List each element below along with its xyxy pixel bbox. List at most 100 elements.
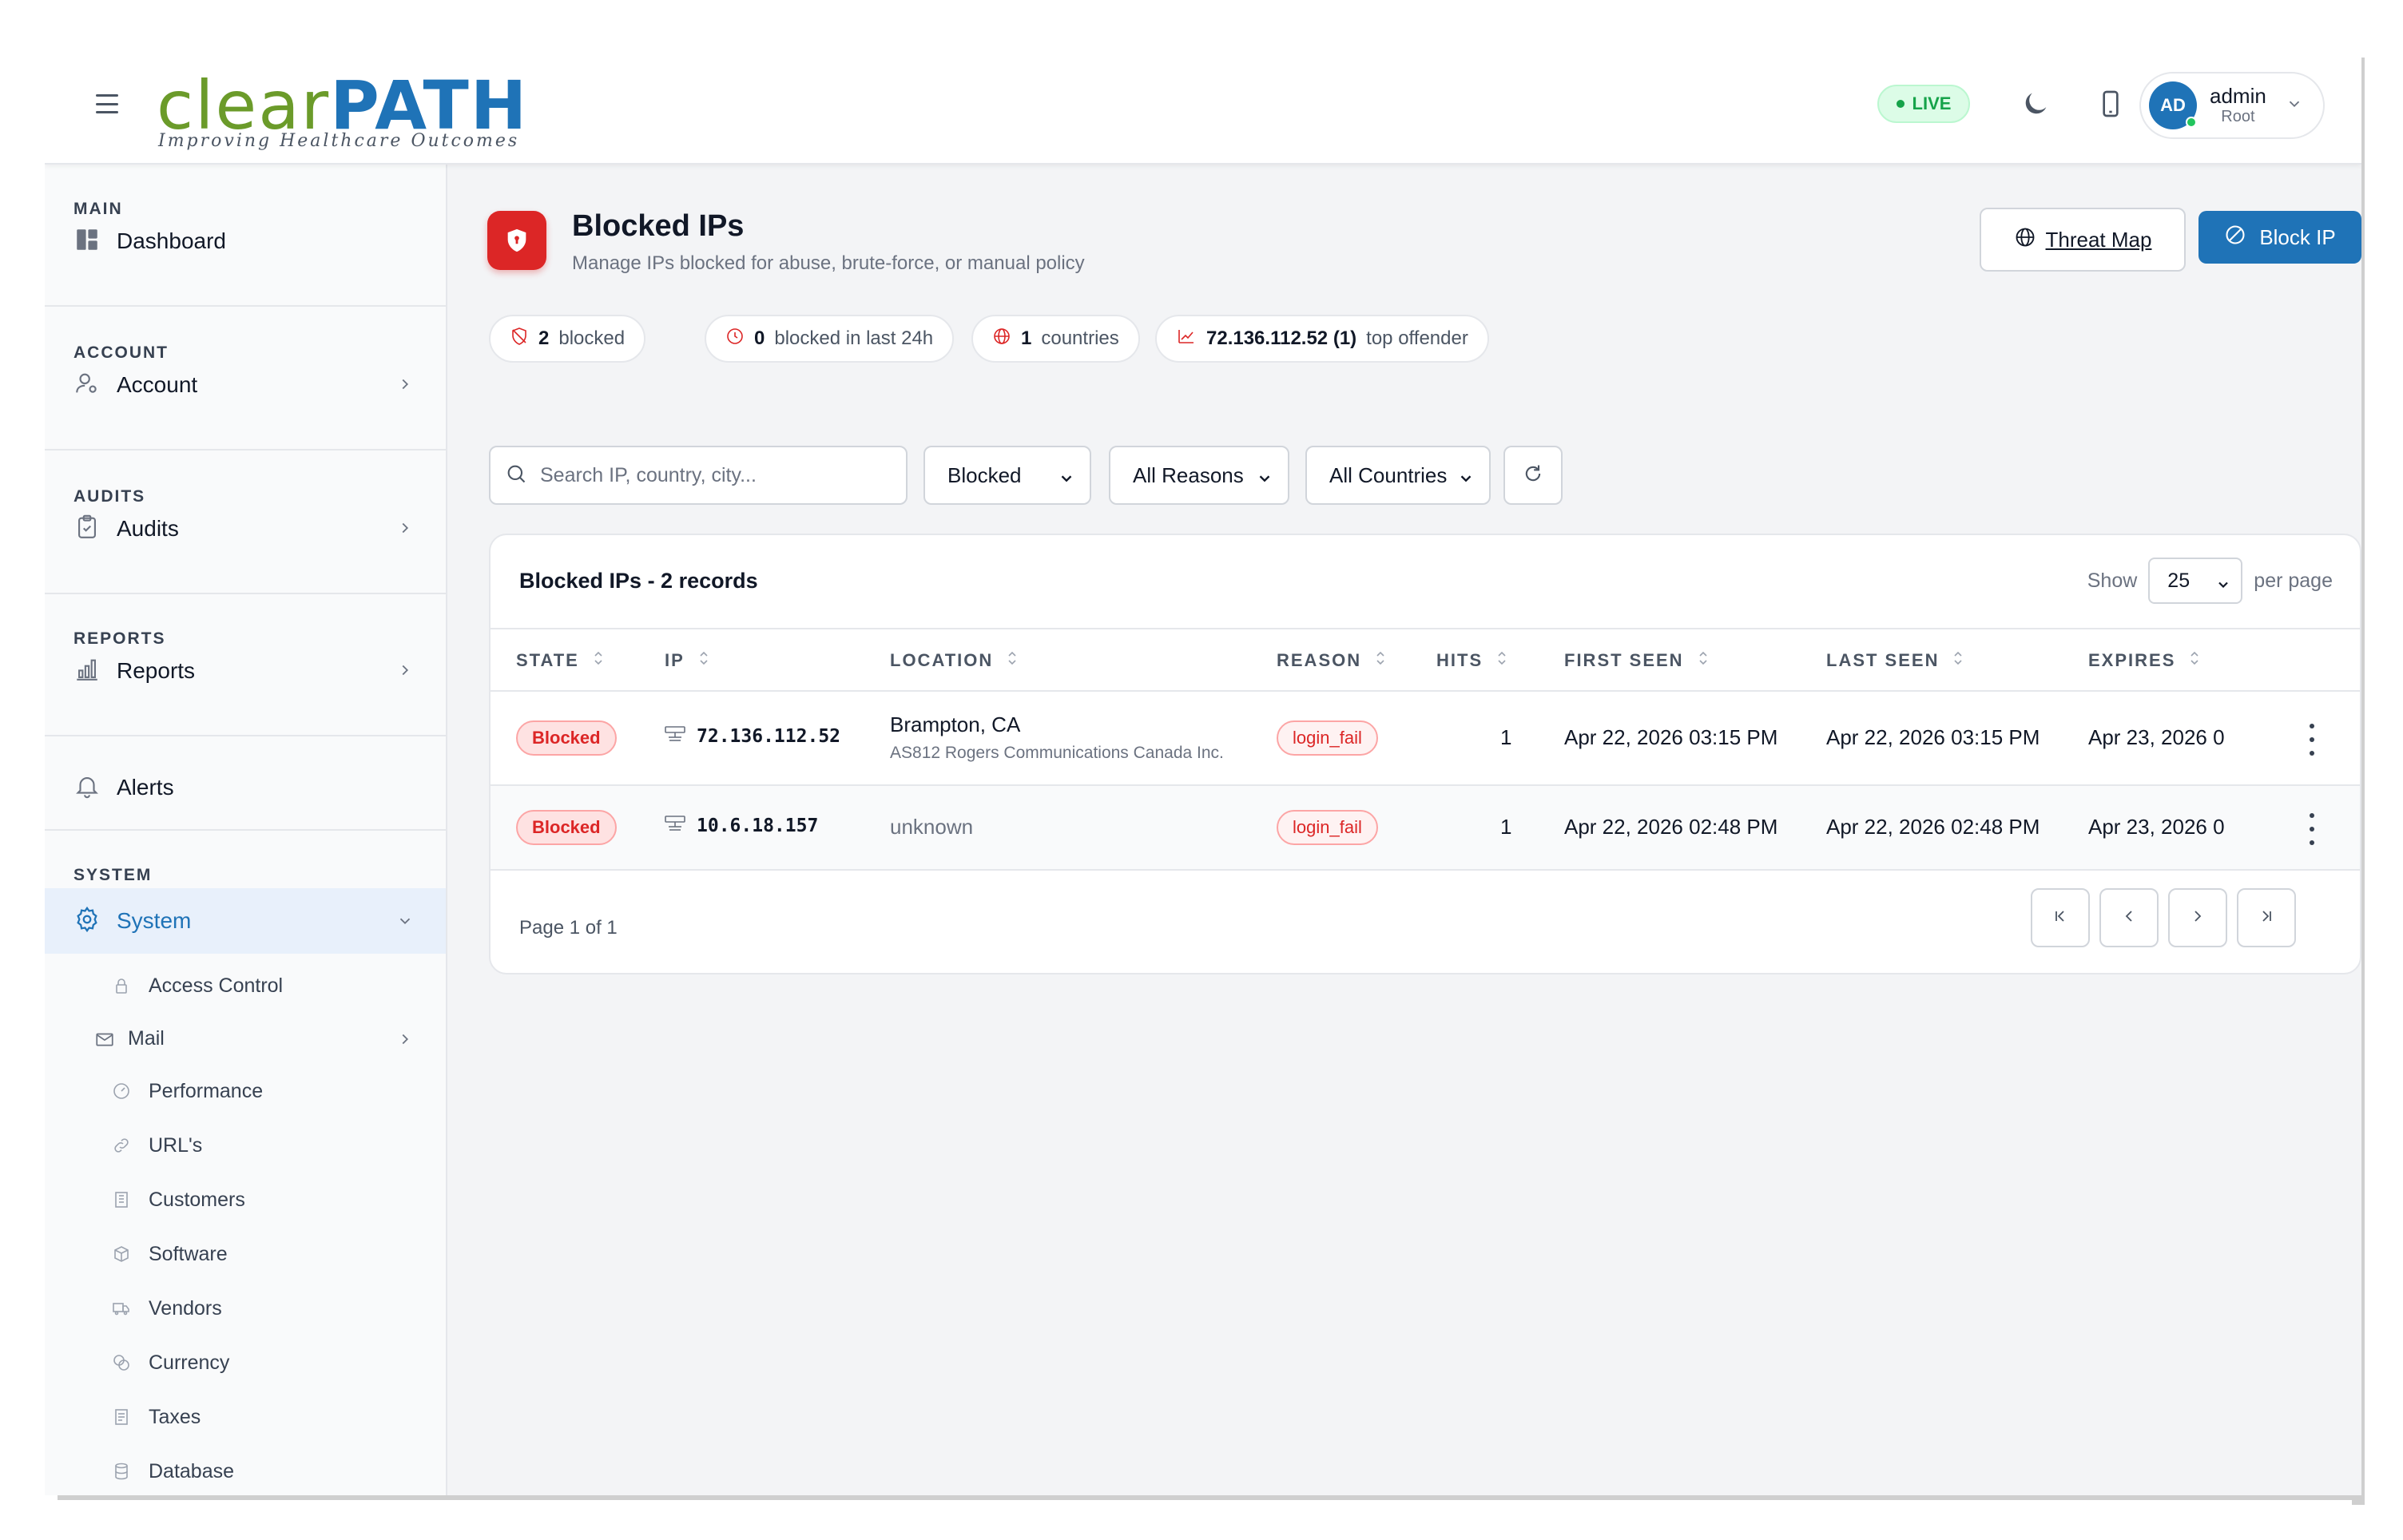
shield-off-icon — [510, 327, 529, 351]
sort-icon — [697, 650, 710, 671]
chevron-right-icon — [2188, 907, 2207, 930]
sidebar-subitem-performance[interactable]: Performance — [45, 1067, 446, 1115]
reason-filter-select[interactable]: All Reasons — [1109, 446, 1289, 505]
column-header-location[interactable]: LOCATION — [890, 650, 1019, 671]
search-input[interactable] — [540, 463, 892, 487]
stat-last24-chip: 0 blocked in last 24h — [705, 315, 955, 363]
sidebar-item-alerts[interactable]: Alerts — [45, 759, 446, 816]
stat-countries-chip: 1 countries — [971, 315, 1140, 363]
row-actions-menu-icon[interactable] — [2302, 724, 2322, 756]
live-status-badge: LIVE — [1877, 85, 1970, 123]
location-cell: unknown — [890, 815, 973, 839]
sidebar-subitem-mail[interactable]: Mail — [45, 1014, 446, 1062]
sort-icon — [1006, 650, 1019, 671]
dashboard-icon — [73, 226, 101, 257]
sidebar-item-dashboard[interactable]: Dashboard — [45, 212, 446, 270]
location-city: unknown — [890, 815, 974, 839]
reason-badge: login_fail — [1277, 720, 1378, 756]
avatar-initials: AD — [2160, 95, 2186, 115]
sidebar-subitem-label: Database — [149, 1459, 235, 1482]
state-filter-select[interactable]: Blocked — [923, 446, 1091, 505]
per-page-label: per page — [2254, 569, 2333, 592]
sidebar-item-label: Dashboard — [117, 228, 226, 253]
sidebar-subitem-software[interactable]: Software — [45, 1230, 446, 1278]
column-header-reason[interactable]: REASON — [1277, 650, 1387, 671]
column-header-hits[interactable]: HITS — [1436, 650, 1508, 671]
sort-icon — [1697, 650, 1710, 671]
stat-top-offender-value: 72.136.112.52 (1) — [1206, 327, 1357, 349]
clock-icon — [725, 327, 745, 351]
network-icon — [665, 725, 685, 748]
reason-badge: login_fail — [1277, 810, 1378, 845]
table-row[interactable]: Blocked 10.6.18.157 unknown login_fail 1… — [491, 786, 2360, 871]
state-cell: Blocked — [516, 720, 617, 756]
page-title: Blocked IPs — [572, 209, 745, 243]
column-header-first-seen[interactable]: FIRST SEEN — [1564, 650, 1710, 671]
expires-cell: Apr 23, 2026 0 — [2088, 815, 2225, 839]
sidebar-item-reports[interactable]: Reports — [45, 642, 446, 700]
sort-icon — [1495, 650, 1508, 671]
threat-map-button[interactable]: Threat Map — [1980, 208, 2186, 272]
hits-cell: 1 — [1500, 815, 1512, 839]
previous-page-button[interactable] — [2099, 888, 2159, 947]
location-cell: Brampton, CA AS812 Rogers Communications… — [890, 712, 1224, 763]
column-header-state[interactable]: STATE — [516, 650, 605, 671]
sidebar-subitem-label: Currency — [149, 1351, 230, 1374]
last-seen-cell: Apr 22, 2026 03:15 PM — [1826, 725, 2040, 749]
chevron-last-icon — [2257, 907, 2276, 930]
location-city: Brampton, CA — [890, 712, 1021, 736]
sidebar-subitem-currency[interactable]: Currency — [45, 1339, 446, 1387]
sidebar-subitem-urls[interactable]: URL's — [45, 1121, 446, 1169]
logo[interactable]: clearPATH Improving Healthcare Outcomes — [157, 65, 526, 153]
sidebar-item-system[interactable]: System — [45, 888, 446, 954]
sidebar-subitem-label: URL's — [149, 1133, 203, 1157]
table-row[interactable]: Blocked 72.136.112.52 Brampton, CA AS812… — [491, 692, 2360, 786]
truck-icon — [112, 1299, 131, 1322]
chevron-down-icon — [1256, 468, 1273, 493]
next-page-button[interactable] — [2168, 888, 2227, 947]
sort-icon — [592, 650, 605, 671]
page-subtitle: Manage IPs blocked for abuse, brute-forc… — [572, 252, 1085, 274]
first-page-button[interactable] — [2031, 888, 2090, 947]
moon-icon[interactable] — [2013, 81, 2058, 126]
chevron-right-icon — [396, 375, 414, 397]
user-role: Root — [2221, 108, 2255, 126]
sidebar-subitem-label: Customers — [149, 1188, 245, 1211]
stat-countries-label: countries — [1041, 327, 1119, 349]
sidebar-subitem-taxes[interactable]: Taxes — [45, 1393, 446, 1441]
sidebar-item-account[interactable]: Account — [45, 356, 446, 414]
column-header-ip[interactable]: IP — [665, 650, 710, 671]
chevron-down-icon — [396, 912, 414, 934]
first-seen-cell: Apr 22, 2026 02:48 PM — [1564, 815, 1778, 839]
state-cell: Blocked — [516, 810, 617, 845]
location-asn: AS812 Rogers Communications Canada Inc. — [890, 744, 1224, 762]
column-header-expires[interactable]: EXPIRES — [2088, 650, 2201, 671]
sidebar-subitem-vendors[interactable]: Vendors — [45, 1284, 446, 1332]
sidebar-item-label: Alerts — [117, 775, 174, 800]
app-window: clearPATH Improving Healthcare Outcomes … — [45, 58, 2361, 1495]
sidebar-subitem-database[interactable]: Database — [45, 1447, 446, 1495]
hamburger-menu-icon[interactable] — [96, 94, 118, 113]
stat-blocked-label: blocked — [558, 327, 626, 349]
gauge-icon — [112, 1082, 131, 1105]
chevron-right-icon — [396, 1030, 414, 1052]
stat-top-offender-label: top offender — [1366, 327, 1468, 349]
country-filter-select[interactable]: All Countries — [1305, 446, 1491, 505]
user-menu[interactable]: AD admin Root — [2139, 72, 2325, 139]
divider — [45, 593, 446, 594]
chevron-down-icon — [2215, 575, 2231, 598]
sidebar-item-audits[interactable]: Audits — [45, 500, 446, 558]
last-page-button[interactable] — [2237, 888, 2296, 947]
row-actions-menu-icon[interactable] — [2302, 813, 2322, 845]
column-header-last-seen[interactable]: LAST SEEN — [1826, 650, 1964, 671]
refresh-button[interactable] — [1503, 446, 1563, 505]
block-ip-button[interactable]: Block IP — [2198, 211, 2361, 264]
mobile-device-icon[interactable] — [2088, 81, 2133, 126]
sidebar: MAIN Dashboard ACCOUNT Account AUDITS Au… — [45, 165, 447, 1495]
stat-blocked-count: 2 — [538, 327, 550, 349]
live-dot-icon — [1896, 100, 1905, 108]
globe-icon — [2014, 226, 2036, 254]
sidebar-subitem-access-control[interactable]: Access Control — [45, 962, 446, 1010]
sidebar-subitem-customers[interactable]: Customers — [45, 1176, 446, 1224]
per-page-select[interactable]: 25 — [2148, 558, 2243, 604]
